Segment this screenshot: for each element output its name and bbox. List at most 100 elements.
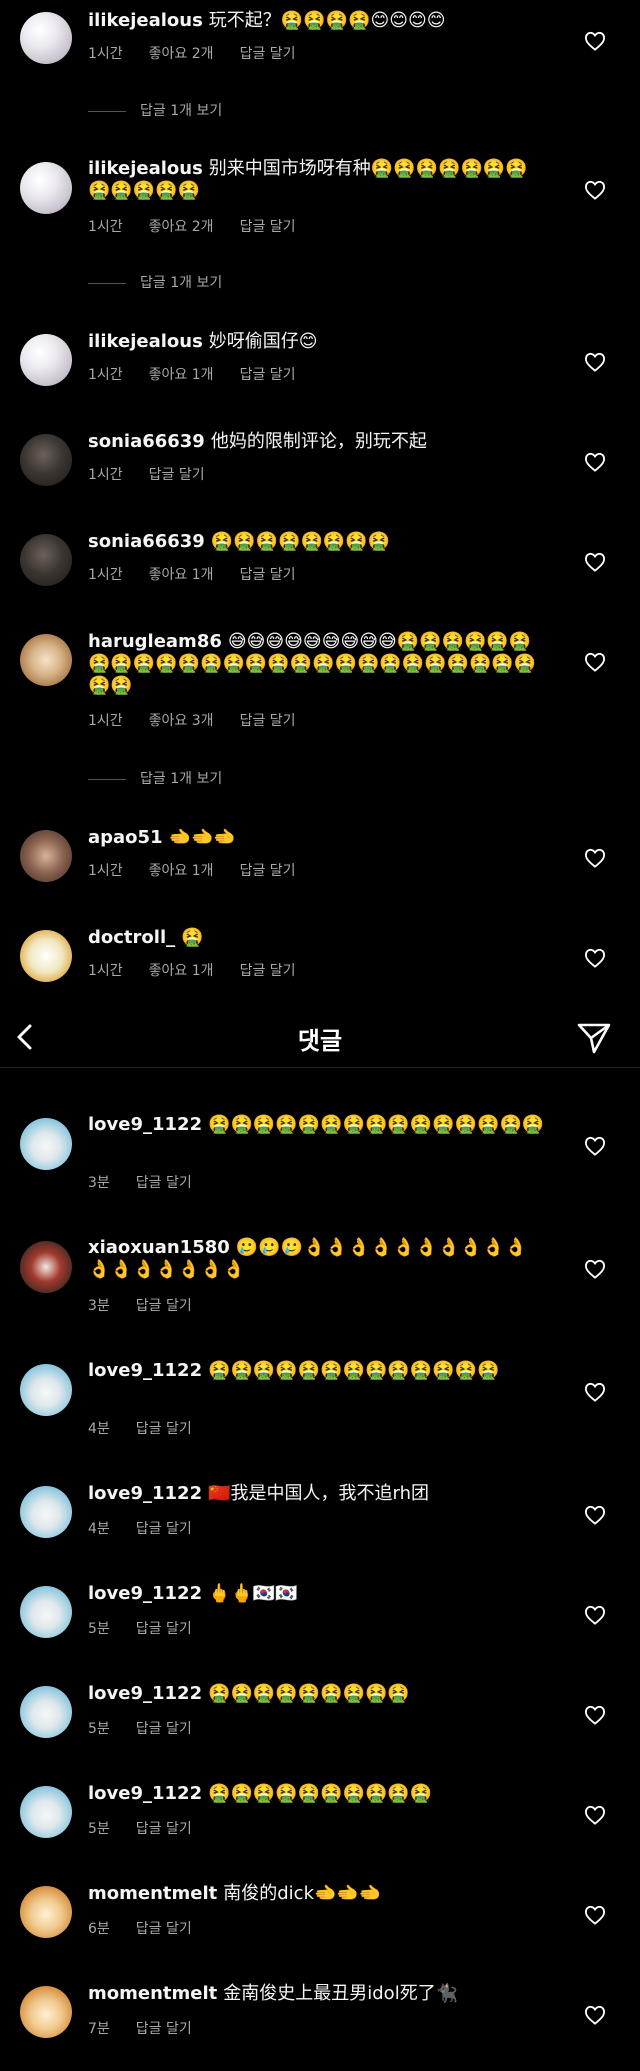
- comment-username[interactable]: love9_1122: [88, 1583, 202, 1604]
- comment-text: 🖕🖕🇰🇷🇰🇷: [208, 1583, 298, 1604]
- comment-username[interactable]: harugleam86: [88, 631, 222, 652]
- comment-username[interactable]: love9_1122: [88, 1114, 202, 1135]
- comment-meta: 7분 답글 달기: [88, 2020, 218, 2038]
- avatar[interactable]: [20, 1486, 72, 1538]
- heart-icon[interactable]: [584, 1259, 606, 1279]
- comment-likes[interactable]: 좋아요 1개: [149, 567, 214, 583]
- comment-username[interactable]: love9_1122: [88, 1783, 202, 1804]
- comment-username[interactable]: ilikejealous: [88, 158, 203, 179]
- comment-text: 他妈的限制评论，别玩不起: [210, 431, 427, 452]
- reply-button[interactable]: 답글 달기: [136, 1821, 192, 1837]
- reply-button[interactable]: 답글 달기: [136, 1621, 192, 1637]
- reply-button[interactable]: 답글 달기: [240, 46, 296, 62]
- comment-likes[interactable]: 좋아요 2개: [149, 219, 214, 235]
- avatar[interactable]: [20, 1686, 72, 1738]
- comment-username[interactable]: ilikejealous: [88, 331, 203, 352]
- heart-icon[interactable]: [584, 31, 606, 51]
- heart-icon[interactable]: [584, 452, 606, 472]
- avatar[interactable]: [20, 1886, 72, 1938]
- comment-likes[interactable]: 좋아요 1개: [149, 863, 214, 879]
- avatar[interactable]: [20, 1118, 72, 1170]
- avatar[interactable]: [20, 1586, 72, 1638]
- heart-icon[interactable]: [584, 948, 606, 968]
- comment-meta: 1시간 좋아요 1개 답글 달기: [88, 566, 322, 584]
- comment-body: momentmelt 南俊的dick🫲🫲🫲: [88, 1883, 568, 1905]
- comment-likes[interactable]: 좋아요 3개: [149, 713, 214, 729]
- comment-username[interactable]: love9_1122: [88, 1683, 202, 1704]
- avatar[interactable]: [20, 334, 72, 386]
- heart-icon[interactable]: [584, 1705, 606, 1725]
- reply-button[interactable]: 답글 달기: [240, 567, 296, 583]
- view-replies-button[interactable]: 답글 1개 보기: [88, 274, 222, 292]
- comment-username[interactable]: love9_1122: [88, 1483, 202, 1504]
- heart-icon[interactable]: [584, 352, 606, 372]
- reply-button[interactable]: 답글 달기: [136, 1721, 192, 1737]
- reply-button[interactable]: 답글 달기: [240, 863, 296, 879]
- comment-username[interactable]: love9_1122: [88, 1360, 202, 1381]
- comment-username[interactable]: momentmelt: [88, 1983, 217, 2004]
- view-replies-button[interactable]: 답글 1개 보기: [88, 102, 222, 120]
- heart-icon[interactable]: [584, 848, 606, 868]
- reply-button[interactable]: 답글 달기: [136, 1421, 192, 1437]
- avatar[interactable]: [20, 634, 72, 686]
- comment-likes[interactable]: 좋아요 1개: [149, 963, 214, 979]
- avatar[interactable]: [20, 1241, 72, 1293]
- heart-icon[interactable]: [584, 1605, 606, 1625]
- comment-body: love9_1122 🇨🇳我是中国人，我不追rh团: [88, 1483, 568, 1505]
- comment-body: sonia66639 🤮🤮🤮🤮🤮🤮🤮🤮: [88, 531, 568, 553]
- avatar[interactable]: [20, 1786, 72, 1838]
- comment-username[interactable]: xiaoxuan1580: [88, 1237, 230, 1258]
- avatar[interactable]: [20, 434, 72, 486]
- comment-time: 7분: [88, 2021, 110, 2037]
- comment-likes[interactable]: 좋아요 2개: [149, 46, 214, 62]
- avatar[interactable]: [20, 930, 72, 982]
- comment-time: 6분: [88, 1921, 110, 1937]
- bottom-comment-list: love9_1122 🤮🤮🤮🤮🤮🤮🤮🤮🤮🤮🤮🤮🤮🤮🤮 3분 답글 달기 xiaoxu…: [0, 1068, 640, 2071]
- comment-time: 1시간: [88, 367, 123, 383]
- comment-body: love9_1122 🖕🖕🇰🇷🇰🇷: [88, 1583, 568, 1605]
- comment-text: 妙呀偷国仔😊: [208, 331, 318, 352]
- comment-username[interactable]: sonia66639: [88, 531, 205, 552]
- reply-button[interactable]: 답글 달기: [149, 467, 205, 483]
- avatar[interactable]: [20, 534, 72, 586]
- comment-username[interactable]: sonia66639: [88, 431, 205, 452]
- comment-username[interactable]: apao51: [88, 827, 163, 848]
- heart-icon[interactable]: [584, 1505, 606, 1525]
- comment-text: 🤮🤮🤮🤮🤮🤮🤮🤮🤮🤮: [208, 1783, 433, 1804]
- comment-body: sonia66639 他妈的限制评论，别玩不起: [88, 431, 568, 453]
- avatar[interactable]: [20, 1364, 72, 1416]
- comment-meta: 1시간 좋아요 2개 답글 달기: [88, 218, 322, 236]
- page-title: 댓글: [297, 1027, 343, 1055]
- comment-text: 玩不起？🤮🤮🤮🤮😊😊😊😊: [208, 10, 446, 31]
- avatar[interactable]: [20, 12, 72, 64]
- heart-icon[interactable]: [584, 652, 606, 672]
- heart-icon[interactable]: [584, 1905, 606, 1925]
- comment-time: 5분: [88, 1621, 110, 1637]
- send-icon[interactable]: [576, 1021, 612, 1055]
- heart-icon[interactable]: [584, 1136, 606, 1156]
- heart-icon[interactable]: [584, 552, 606, 572]
- heart-icon[interactable]: [584, 1805, 606, 1825]
- reply-button[interactable]: 답글 달기: [240, 219, 296, 235]
- heart-icon[interactable]: [584, 2005, 606, 2025]
- reply-button[interactable]: 답글 달기: [136, 1921, 192, 1937]
- comment-likes[interactable]: 좋아요 1개: [149, 367, 214, 383]
- reply-button[interactable]: 답글 달기: [240, 713, 296, 729]
- reply-button[interactable]: 답글 달기: [136, 1175, 192, 1191]
- reply-button[interactable]: 답글 달기: [136, 2021, 192, 2037]
- heart-icon[interactable]: [584, 180, 606, 200]
- comment-body: doctroll_ 🤮: [88, 927, 568, 949]
- view-replies-button[interactable]: 답글 1개 보기: [88, 770, 222, 788]
- comment-body: harugleam86 😅😅😅😅😅😅😅😅😅🤮🤮🤮🤮🤮🤮🤮🤮🤮🤮🤮🤮🤮🤮🤮🤮🤮🤮🤮🤮…: [88, 631, 548, 697]
- reply-button[interactable]: 답글 달기: [240, 963, 296, 979]
- avatar[interactable]: [20, 162, 72, 214]
- comment-username[interactable]: ilikejealous: [88, 10, 203, 31]
- reply-button[interactable]: 답글 달기: [136, 1521, 192, 1537]
- reply-button[interactable]: 답글 달기: [240, 367, 296, 383]
- comment-username[interactable]: momentmelt: [88, 1883, 217, 1904]
- comment-username[interactable]: doctroll_: [88, 927, 175, 948]
- reply-button[interactable]: 답글 달기: [136, 1298, 192, 1314]
- avatar[interactable]: [20, 1986, 72, 2038]
- avatar[interactable]: [20, 830, 72, 882]
- heart-icon[interactable]: [584, 1382, 606, 1402]
